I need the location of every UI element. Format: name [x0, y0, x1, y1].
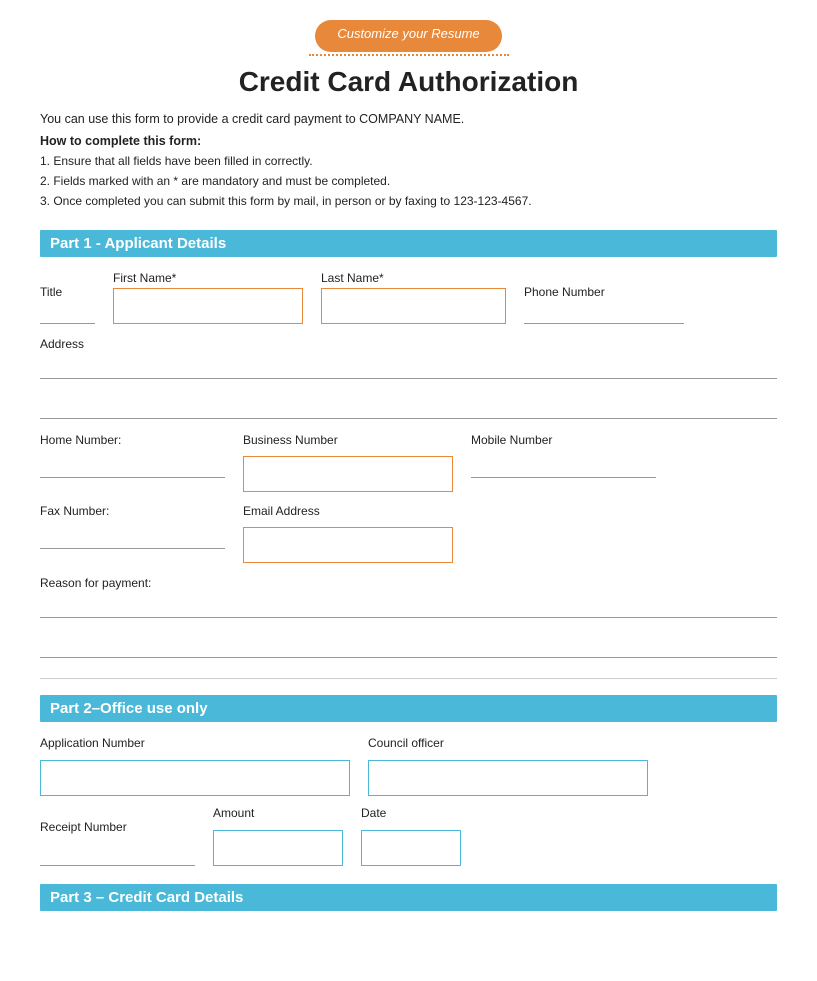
instruction-3: 3. Once completed you can submit this fo… [40, 192, 777, 211]
address-area: Address [40, 336, 777, 419]
home-input[interactable] [40, 456, 225, 478]
first-name-label: First Name* [113, 271, 303, 285]
part1-header: Part 1 - Applicant Details [40, 230, 777, 257]
home-group: Home Number: [40, 433, 225, 478]
date-group: Date [361, 806, 461, 866]
address-label: Address [40, 337, 84, 351]
home-label: Home Number: [40, 433, 225, 447]
email-input[interactable] [243, 527, 453, 563]
how-to-title: How to complete this form: [40, 134, 777, 148]
phone-label: Phone Number [524, 285, 684, 299]
fax-group: Fax Number: [40, 504, 225, 549]
form-title: Credit Card Authorization [40, 66, 777, 98]
receipt-number-input[interactable] [40, 844, 195, 866]
address-input-1[interactable] [40, 357, 777, 379]
app-council-row: Application Number Council officer [40, 736, 777, 796]
reason-input-1[interactable] [40, 596, 777, 618]
fax-input[interactable] [40, 527, 225, 549]
title-label: Title [40, 285, 95, 299]
name-row: Title First Name* Last Name* Phone Numbe… [40, 271, 777, 324]
part3-header: Part 3 – Credit Card Details [40, 884, 777, 911]
mobile-input[interactable] [471, 456, 656, 478]
business-input[interactable] [243, 456, 453, 492]
council-officer-label: Council officer [368, 736, 648, 750]
instruction-2: 2. Fields marked with an * are mandatory… [40, 172, 777, 191]
part2-section: Application Number Council officer Recei… [40, 736, 777, 866]
address-input-2[interactable] [40, 397, 777, 419]
part1-section: Title First Name* Last Name* Phone Numbe… [40, 271, 777, 658]
receipt-amount-date-row: Receipt Number Amount Date [40, 806, 777, 866]
email-label: Email Address [243, 504, 453, 518]
date-input[interactable] [361, 830, 461, 866]
title-input[interactable] [40, 302, 95, 324]
receipt-number-label: Receipt Number [40, 820, 195, 834]
fax-email-row: Fax Number: Email Address [40, 504, 777, 563]
part2-header: Part 2–Office use only [40, 695, 777, 722]
app-number-input[interactable] [40, 760, 350, 796]
numbers-row: Home Number: Business Number Mobile Numb… [40, 433, 777, 492]
amount-label: Amount [213, 806, 343, 820]
fax-label: Fax Number: [40, 504, 225, 518]
receipt-number-group: Receipt Number [40, 820, 195, 866]
first-name-input[interactable] [113, 288, 303, 324]
email-group: Email Address [243, 504, 453, 563]
reason-input-2[interactable] [40, 636, 777, 658]
council-officer-group: Council officer [368, 736, 648, 796]
phone-group: Phone Number [524, 285, 684, 324]
section-divider [40, 678, 777, 679]
last-name-input[interactable] [321, 288, 506, 324]
amount-group: Amount [213, 806, 343, 866]
phone-input[interactable] [524, 302, 684, 324]
amount-input[interactable] [213, 830, 343, 866]
council-officer-input[interactable] [368, 760, 648, 796]
customize-resume-button[interactable]: Customize your Resume [315, 20, 501, 52]
reason-area: Reason for payment: [40, 575, 777, 658]
last-name-group: Last Name* [321, 271, 506, 324]
intro-text: You can use this form to provide a credi… [40, 112, 777, 126]
first-name-group: First Name* [113, 271, 303, 324]
business-group: Business Number [243, 433, 453, 492]
last-name-label: Last Name* [321, 271, 506, 285]
reason-label: Reason for payment: [40, 576, 151, 590]
business-label: Business Number [243, 433, 453, 447]
app-number-label: Application Number [40, 736, 350, 750]
app-number-group: Application Number [40, 736, 350, 796]
title-group: Title [40, 285, 95, 324]
mobile-label: Mobile Number [471, 433, 656, 447]
mobile-group: Mobile Number [471, 433, 656, 478]
instruction-1: 1. Ensure that all fields have been fill… [40, 152, 777, 171]
date-label: Date [361, 806, 461, 820]
how-to-section: How to complete this form: 1. Ensure tha… [40, 134, 777, 212]
